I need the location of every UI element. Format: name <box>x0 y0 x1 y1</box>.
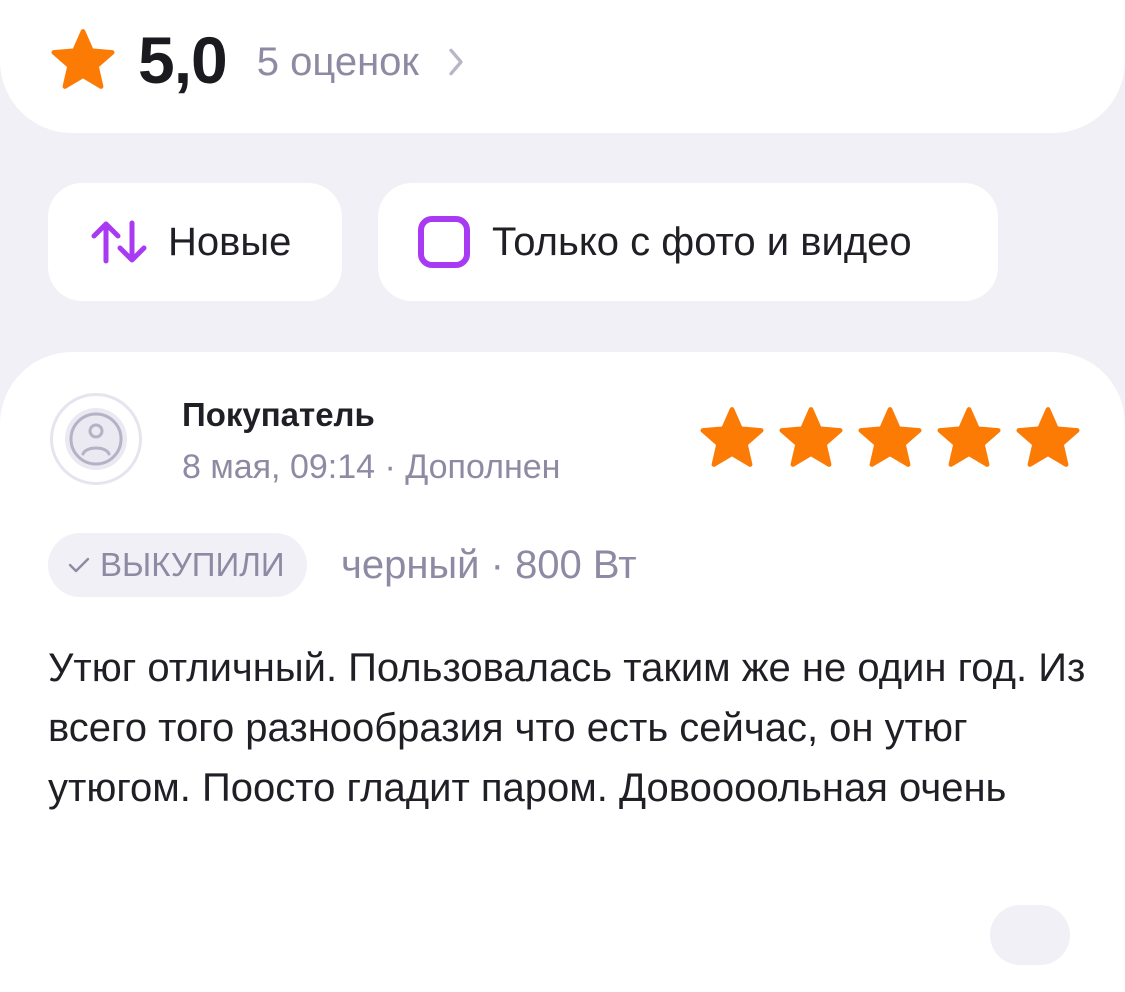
star-icon <box>858 407 922 467</box>
star-icon <box>1016 407 1080 467</box>
check-icon <box>68 557 90 573</box>
sort-button[interactable]: Новые <box>48 183 342 301</box>
sort-label: Новые <box>168 219 292 264</box>
purchased-badge: ВЫКУПИЛИ <box>48 533 307 597</box>
review-text: Утюг отличный. Пользовалась таким же не … <box>48 646 1086 810</box>
sad-face-avatar-icon <box>50 393 142 485</box>
sort-arrows-icon <box>91 220 147 264</box>
star-icon <box>937 407 1001 467</box>
purchased-badge-label: ВЫКУПИЛИ <box>100 546 285 583</box>
star-icon <box>48 25 118 95</box>
product-variant: черный · 800 Вт <box>341 543 637 587</box>
photo-video-filter[interactable]: Только с фото и видео <box>378 183 998 301</box>
checkbox-icon[interactable] <box>418 216 470 268</box>
review-date-meta: 8 мая, 09:14 · Дополнен <box>182 448 561 486</box>
review-author: Покупатель <box>182 396 375 433</box>
star-icon <box>779 407 843 467</box>
partial-button[interactable] <box>990 905 1070 965</box>
rating-summary[interactable]: 5,0 5 оценок <box>48 23 465 97</box>
rating-value: 5,0 <box>138 23 228 97</box>
photo-filter-label: Только с фото и видео <box>492 219 912 264</box>
chevron-right-icon[interactable] <box>447 47 465 77</box>
rating-count-link[interactable]: 5 оценок <box>257 40 419 85</box>
review-star-rating <box>694 403 1086 473</box>
star-icon <box>700 407 764 467</box>
